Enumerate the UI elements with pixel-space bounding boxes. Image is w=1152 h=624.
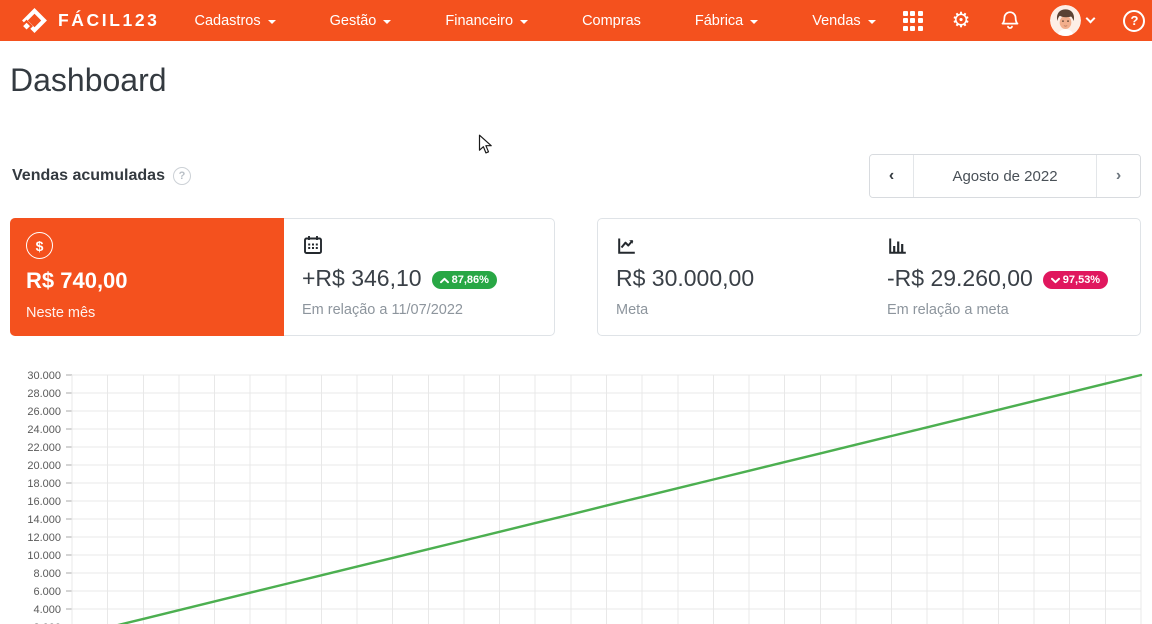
svg-text:22.000: 22.000 <box>27 442 61 454</box>
meta-card: R$ 30.000,00 Meta <box>598 219 869 335</box>
brand-name: FÁCIL123 <box>58 10 160 30</box>
meta-card-group: R$ 30.000,00 Meta -R$ 29.260,00 97,53% E… <box>597 218 1141 336</box>
svg-text:6.000: 6.000 <box>33 586 61 598</box>
meta-comparison-card: -R$ 29.260,00 97,53% Em relação a meta <box>869 219 1140 335</box>
chevron-down-icon <box>1086 13 1096 24</box>
dashboard-page: { "navbar": { "brand": "FÁCIL123", "item… <box>0 0 1152 624</box>
svg-text:24.000: 24.000 <box>27 424 61 436</box>
nav-item-label: Cadastros <box>194 12 261 29</box>
svg-text:20.000: 20.000 <box>27 460 61 472</box>
trend-line-icon <box>618 238 635 254</box>
month-label[interactable]: Agosto de 2022 <box>913 155 1097 197</box>
caret-up-icon <box>439 277 449 283</box>
chevron-down-icon <box>867 19 876 24</box>
meta-comparison-badge: 97,53% <box>1042 271 1109 289</box>
day-comparison-card: +R$ 346,10 87,86% Em relação a 11/07/202… <box>284 219 554 335</box>
prev-month-button[interactable]: ‹ <box>870 155 913 197</box>
caret-down-icon <box>1050 277 1060 283</box>
current-month-label: Neste mês <box>26 305 96 321</box>
user-menu[interactable] <box>1050 5 1096 36</box>
main-content: Dashboard Vendas acumuladas ? ‹ Agosto d… <box>0 61 1152 336</box>
nav-item-gestao[interactable]: Gestão <box>303 0 419 41</box>
chevron-down-icon <box>520 19 529 24</box>
dollar-icon: $ <box>26 232 53 259</box>
month-picker: ‹ Agosto de 2022 › <box>869 154 1141 198</box>
brand-diamond-icon <box>20 8 47 33</box>
brand-logo[interactable]: FÁCIL123 <box>20 6 160 35</box>
svg-text:30.000: 30.000 <box>27 370 61 382</box>
svg-text:18.000: 18.000 <box>27 478 61 490</box>
meta-label: Meta <box>616 302 649 318</box>
nav-item-label: Financeiro <box>445 12 514 29</box>
svg-text:14.000: 14.000 <box>27 514 61 526</box>
meta-value: R$ 30.000,00 <box>616 265 755 291</box>
sales-accumulated-chart: 30.000 28.000 26.000 24.000 22.000 20.000 18.0… <box>0 368 1152 624</box>
navbar-menu: Cadastros Gestão Financeiro Compras Fábrica V… <box>168 0 903 41</box>
nav-item-cadastros[interactable]: Cadastros <box>168 0 303 41</box>
chevron-down-icon <box>383 19 392 24</box>
bar-chart-icon <box>889 238 906 254</box>
nav-item-fabrica[interactable]: Fábrica <box>668 0 785 41</box>
svg-text:28.000: 28.000 <box>27 388 61 400</box>
page-title: Dashboard <box>10 62 167 98</box>
gear-icon[interactable]: ⚙ <box>952 10 971 31</box>
nav-item-label: Fábrica <box>694 12 744 29</box>
line-chart-canvas: 30.000 28.000 26.000 24.000 22.000 20.000 18.0… <box>27 370 1143 624</box>
svg-text:12.000: 12.000 <box>27 532 61 544</box>
section-title: Vendas acumuladas <box>12 167 165 184</box>
navbar-actions: ⚙ ? <box>902 5 1146 36</box>
day-comparison-badge: 87,86% <box>431 271 497 289</box>
svg-text:10.000: 10.000 <box>27 550 61 562</box>
bell-icon[interactable] <box>999 9 1021 32</box>
chevron-down-icon <box>267 19 276 24</box>
day-comparison-value: +R$ 346,10 <box>302 265 422 291</box>
svg-text:26.000: 26.000 <box>27 406 61 418</box>
nav-item-financeiro[interactable]: Financeiro <box>418 0 555 41</box>
current-month-value: R$ 740,00 <box>26 268 128 293</box>
kpi-cards-row: $ R$ 740,00 Neste mês +R$ 346,10 87,86% … <box>10 218 1141 336</box>
nav-item-label: Vendas <box>812 12 861 29</box>
chevron-down-icon <box>750 19 759 24</box>
svg-text:16.000: 16.000 <box>27 496 61 508</box>
nav-item-label: Compras <box>582 12 641 29</box>
section-header: Vendas acumuladas ? ‹ Agosto de 2022 › <box>10 154 1141 198</box>
meta-comparison-label: Em relação a meta <box>887 302 1009 318</box>
svg-text:4.000: 4.000 <box>33 604 61 616</box>
user-avatar <box>1050 5 1082 36</box>
svg-text:8.000: 8.000 <box>33 568 61 580</box>
nav-item-label: Gestão <box>329 12 377 29</box>
meta-comparison-value: -R$ 29.260,00 <box>887 265 1033 291</box>
section-help-icon[interactable]: ? <box>172 167 191 185</box>
next-month-button[interactable]: › <box>1097 155 1140 197</box>
calendar-icon <box>304 236 322 254</box>
nav-item-vendas[interactable]: Vendas <box>785 0 902 41</box>
current-month-card: $ R$ 740,00 Neste mês <box>10 218 284 336</box>
nav-item-compras[interactable]: Compras <box>555 0 668 41</box>
apps-grid-icon[interactable] <box>902 10 923 31</box>
day-comparison-label: Em relação a 11/07/2022 <box>302 302 463 318</box>
help-icon[interactable]: ? <box>1123 9 1146 32</box>
top-navbar: FÁCIL123 Cadastros Gestão Financeiro Compra… <box>0 0 1152 41</box>
sales-summary-card-group: $ R$ 740,00 Neste mês +R$ 346,10 87,86% … <box>10 218 555 336</box>
